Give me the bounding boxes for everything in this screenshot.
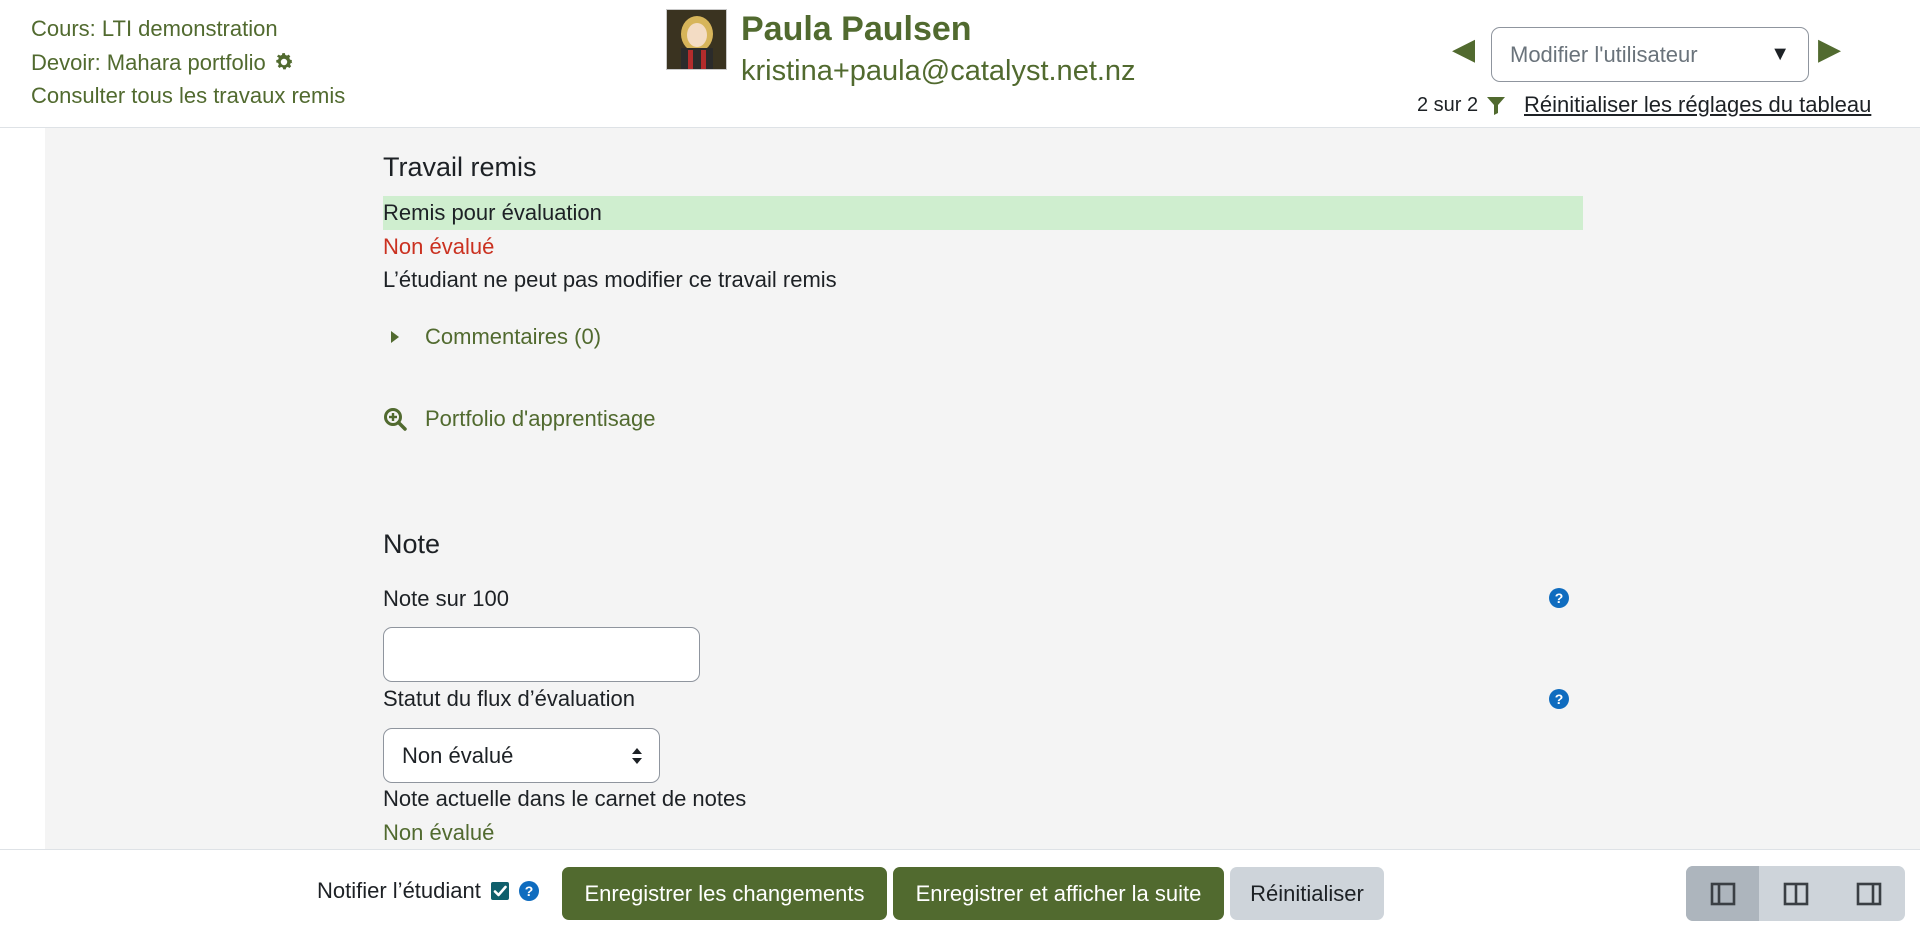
svg-text:?: ? (1555, 590, 1564, 606)
svg-text:?: ? (525, 883, 534, 899)
grader-header: Cours: LTI demonstration Devoir: Mahara … (0, 0, 1920, 128)
workflow-select[interactable]: Non évalué (383, 728, 660, 783)
avatar (666, 9, 727, 70)
user-count-text: 2 sur 2 (1417, 94, 1479, 116)
breadcrumb: Cours: LTI demonstration Devoir: Mahara … (31, 12, 345, 113)
lock-status: L’étudiant ne peut pas modifier ce trava… (383, 267, 837, 292)
course-link[interactable]: Cours: LTI demonstration (31, 12, 278, 46)
user-info: Paula Paulsen kristina+paula@catalyst.ne… (666, 9, 1136, 91)
portfolio-label: Portfolio d'apprentisage (425, 406, 656, 431)
workflow-label: Statut du flux d’évaluation (383, 686, 635, 711)
portfolio-link[interactable]: Portfolio d'apprentisage (383, 406, 655, 432)
layout-left-icon[interactable] (1686, 866, 1759, 921)
filter-icon (1487, 96, 1506, 115)
reset-button[interactable]: Réinitialiser (1230, 867, 1384, 920)
sort-icon (632, 748, 642, 764)
grading-status: Non évalué (383, 234, 495, 259)
notify-label: Notifier l’étudiant (317, 878, 481, 903)
gear-icon[interactable] (273, 51, 295, 73)
grade-heading: Note (383, 529, 441, 559)
change-user-select[interactable]: Modifier l'utilisateur ▼ (1491, 27, 1809, 82)
workflow-value: Non évalué (402, 743, 514, 768)
layout-toggle-group (1686, 866, 1905, 921)
layout-both-icon[interactable] (1759, 866, 1832, 921)
chevron-down-icon: ▼ (1770, 43, 1790, 65)
current-grade-value[interactable]: Non évalué (383, 820, 494, 846)
grade-label: Note sur 100 (383, 586, 509, 611)
help-icon[interactable]: ? (1548, 587, 1570, 609)
previous-user-button[interactable]: ◀ (1452, 32, 1475, 68)
reset-table-link[interactable]: Réinitialiser les réglages du tableau (1524, 92, 1871, 118)
comments-label: Commentaires (0) (425, 324, 602, 349)
grade-panel: Travail remis Remis pour évaluation Non … (45, 128, 1920, 849)
submission-heading: Travail remis (383, 152, 537, 182)
user-name[interactable]: Paula Paulsen (741, 9, 1136, 49)
user-count: 2 sur 2 (1417, 94, 1506, 117)
grader-footer: Notifier l’étudiant ? Enregistrer les ch… (0, 849, 1920, 939)
change-user-placeholder: Modifier l'utilisateur (1510, 42, 1698, 67)
svg-text:?: ? (1555, 691, 1564, 707)
save-changes-button[interactable]: Enregistrer les changements (562, 867, 887, 920)
checkbox-icon[interactable] (489, 880, 511, 902)
help-icon[interactable]: ? (518, 880, 540, 902)
search-plus-icon (384, 408, 407, 431)
caret-right-icon (391, 331, 399, 343)
current-grade-label: Note actuelle dans le carnet de notes (383, 786, 747, 811)
submission-status: Remis pour évaluation (383, 196, 1583, 230)
notify-student: Notifier l’étudiant ? (317, 878, 540, 904)
comments-toggle[interactable]: Commentaires (0) (383, 324, 601, 350)
assignment-link[interactable]: Devoir: Mahara portfolio (31, 46, 266, 80)
save-and-next-button[interactable]: Enregistrer et afficher la suite (893, 867, 1224, 920)
next-user-button[interactable]: ▶ (1818, 32, 1841, 68)
left-pane (0, 128, 45, 848)
user-email[interactable]: kristina+paula@catalyst.net.nz (741, 51, 1136, 91)
view-all-submissions-link[interactable]: Consulter tous les travaux remis (31, 79, 345, 113)
grade-input[interactable] (383, 627, 700, 682)
layout-right-icon[interactable] (1832, 866, 1905, 921)
help-icon[interactable]: ? (1548, 688, 1570, 710)
